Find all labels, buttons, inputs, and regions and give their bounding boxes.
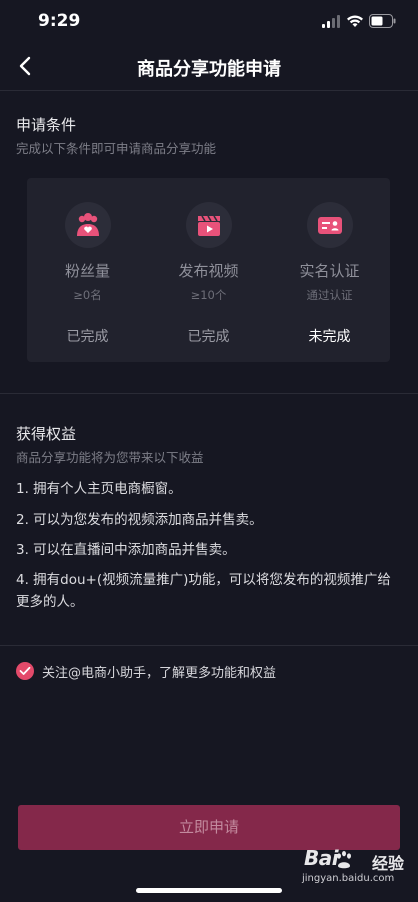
condition-requirement: 通过认证 <box>306 288 353 302</box>
benefits-subtitle: 商品分享功能将为您带来以下收益 <box>16 450 204 465</box>
id-card-icon <box>307 202 353 248</box>
condition-requirement: ≥0名 <box>73 288 102 302</box>
benefit-item: 4. 拥有dou+(视频流量推广)功能，可以将您发布的视频推广给更多的人。 <box>16 572 391 610</box>
status-bar: 9:29 <box>0 0 418 44</box>
check-icon <box>19 666 31 675</box>
conditions-card: 粉丝量 ≥0名 已完成 发布视频 ≥10个 已完成 实名认证 通过认证 未完成 <box>27 178 390 362</box>
condition-requirement: ≥10个 <box>190 288 227 302</box>
battery-icon <box>369 14 396 28</box>
follow-checkbox[interactable] <box>16 662 34 680</box>
condition-status: 已完成 <box>187 329 230 345</box>
condition-name: 粉丝量 <box>64 262 110 280</box>
condition-status: 未完成 <box>308 329 351 345</box>
condition-videos: 发布视频 ≥10个 已完成 <box>148 178 269 362</box>
benefit-item: 1. 拥有个人主页电商橱窗。 <box>16 481 182 497</box>
condition-fans: 粉丝量 ≥0名 已完成 <box>27 178 148 362</box>
nav-bar: 商品分享功能申请 <box>0 44 418 90</box>
home-indicator[interactable] <box>136 888 282 893</box>
follow-label[interactable]: 关注@电商小助手，了解更多功能和权益 <box>42 662 276 681</box>
condition-name: 发布视频 <box>178 262 239 280</box>
section-divider <box>0 645 418 646</box>
wifi-icon <box>347 15 363 27</box>
baidu-jingyan-watermark: Bai 经验 jingyan.baidu.com <box>300 846 412 892</box>
fans-icon <box>65 202 111 248</box>
benefit-item: 2. 可以为您发布的视频添加商品并售卖。 <box>16 512 263 528</box>
conditions-subtitle: 完成以下条件即可申请商品分享功能 <box>16 141 217 156</box>
benefits-title: 获得权益 <box>16 425 77 443</box>
section-divider <box>0 393 418 394</box>
watermark-url: jingyan.baidu.com <box>302 873 395 884</box>
watermark-brand: 经验 <box>372 854 405 873</box>
cellular-signal-icon <box>322 15 340 28</box>
page-title: 商品分享功能申请 <box>137 59 281 80</box>
apply-button[interactable]: 立即申请 <box>18 805 400 850</box>
paw-icon <box>337 851 351 869</box>
nav-divider <box>0 90 418 91</box>
condition-realname[interactable]: 实名认证 通过认证 未完成 <box>269 178 390 362</box>
condition-status: 已完成 <box>66 329 109 345</box>
condition-name: 实名认证 <box>299 262 360 280</box>
video-clapper-icon <box>186 202 232 248</box>
conditions-title: 申请条件 <box>16 116 77 134</box>
watermark-logo-text: Bai <box>304 846 339 870</box>
status-time: 9:29 <box>38 11 81 31</box>
benefit-item: 3. 可以在直播间中添加商品并售卖。 <box>16 542 236 558</box>
